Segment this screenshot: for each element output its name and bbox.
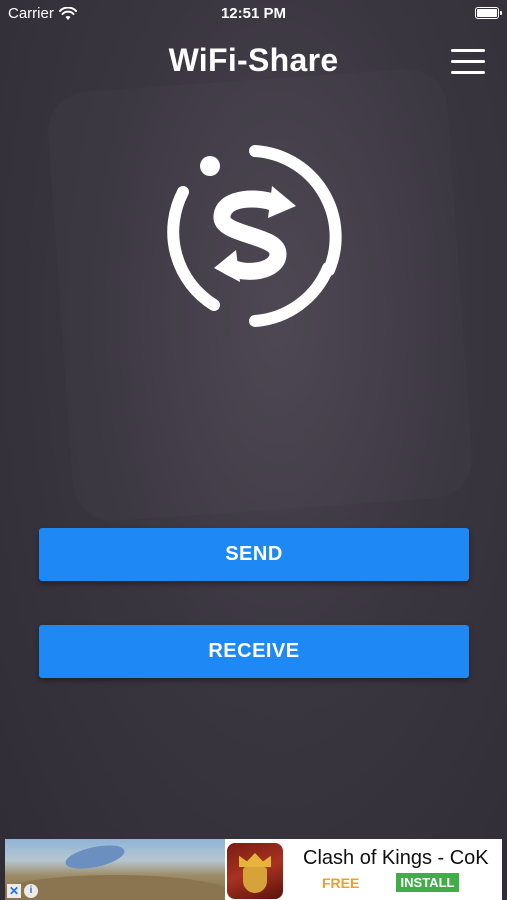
status-time: 12:51 PM: [220, 5, 287, 22]
shield-icon: [243, 867, 267, 893]
ad-hill-shape: [5, 875, 225, 900]
hamburger-menu-icon[interactable]: [451, 48, 485, 74]
ad-banner[interactable]: ✕ i Clash of Kings - CoK FREE INSTALL: [5, 839, 502, 900]
ad-price: FREE: [322, 875, 360, 891]
ad-choices[interactable]: ✕ i: [7, 884, 38, 898]
ad-info-icon[interactable]: i: [24, 884, 38, 898]
status-bar: Carrier 12:51 PM: [0, 0, 507, 28]
app-title: WiFi-Share: [168, 42, 339, 78]
send-button[interactable]: SEND: [39, 528, 469, 581]
receive-button[interactable]: RECEIVE: [39, 625, 469, 678]
menu-line: [451, 49, 485, 52]
battery-fill: [477, 9, 497, 17]
wifi-share-logo-icon: [167, 145, 342, 327]
ad-title: Clash of Kings - CoK: [303, 847, 489, 869]
ad-game-image: ✕ i: [5, 839, 225, 900]
menu-line: [451, 71, 485, 74]
ad-install-button[interactable]: INSTALL: [396, 873, 459, 892]
ad-dragon-shape: [63, 840, 127, 874]
ad-app-icon: [227, 843, 283, 899]
menu-line: [451, 60, 485, 63]
battery-icon: [475, 7, 502, 19]
ad-close-icon[interactable]: ✕: [7, 884, 21, 898]
crown-icon: [239, 853, 271, 867]
